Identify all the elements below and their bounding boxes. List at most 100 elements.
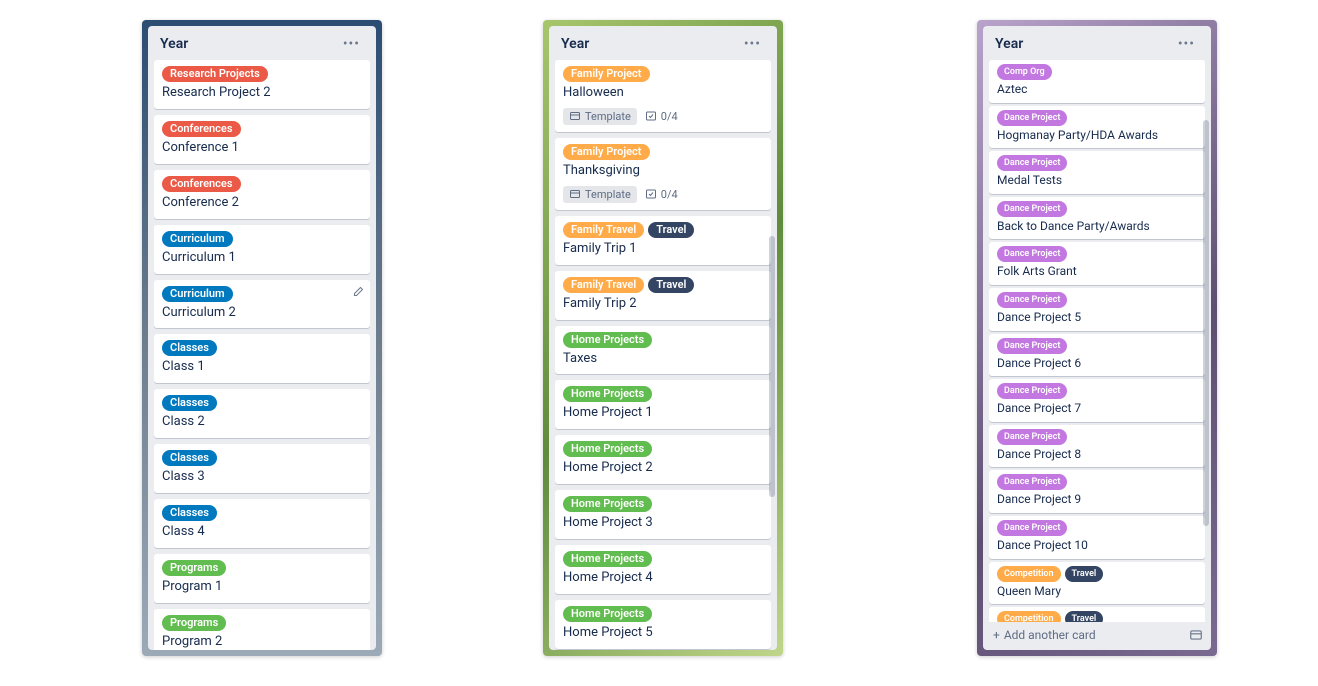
card[interactable]: Dance ProjectDance Project 5 bbox=[989, 288, 1205, 331]
checklist-icon bbox=[645, 188, 657, 200]
card-label[interactable]: Travel bbox=[1065, 566, 1104, 582]
card[interactable]: CompetitionTravelCo Indoor bbox=[989, 607, 1205, 622]
card[interactable]: Home ProjectsTaxes bbox=[555, 326, 771, 375]
card[interactable]: Dance ProjectMedal Tests bbox=[989, 151, 1205, 194]
card-title: Thanksgiving bbox=[563, 163, 763, 180]
card-label[interactable]: Family Project bbox=[563, 144, 650, 160]
card-label[interactable]: Dance Project bbox=[997, 246, 1067, 262]
card[interactable]: Family TravelTravelFamily Trip 1 bbox=[555, 216, 771, 265]
card-label[interactable]: Dance Project bbox=[997, 474, 1067, 490]
card-label[interactable]: Competition bbox=[997, 566, 1061, 582]
card[interactable]: Dance ProjectDance Project 10 bbox=[989, 516, 1205, 559]
list-menu-button[interactable]: ••• bbox=[337, 34, 366, 54]
card[interactable]: Home ProjectsHome Project 4 bbox=[555, 545, 771, 594]
card-label[interactable]: Home Projects bbox=[563, 386, 652, 402]
edit-pencil-icon[interactable] bbox=[352, 286, 364, 298]
card-label[interactable]: Family Travel bbox=[563, 277, 644, 293]
card-label[interactable]: Dance Project bbox=[997, 292, 1067, 308]
checklist-count: 0/4 bbox=[661, 110, 678, 123]
create-from-template-icon[interactable] bbox=[1189, 628, 1203, 642]
card[interactable]: Home Projects Home Project 3 bbox=[555, 490, 771, 539]
card-label[interactable]: Dance Project bbox=[997, 520, 1067, 536]
list-title[interactable]: Year bbox=[995, 36, 1023, 52]
card-label[interactable]: Travel bbox=[1065, 611, 1104, 622]
card[interactable]: Dance ProjectFolk Arts Grant bbox=[989, 242, 1205, 285]
card[interactable]: CurriculumCurriculum 1 bbox=[154, 225, 370, 274]
card[interactable]: Family ProjectHalloweenTemplate0/4 bbox=[555, 60, 771, 132]
card[interactable]: ConferencesConference 2 bbox=[154, 170, 370, 219]
card-title: Conference 1 bbox=[162, 140, 362, 157]
card-label[interactable]: Classes bbox=[162, 450, 217, 466]
card[interactable]: ClassesClass 4 bbox=[154, 499, 370, 548]
scrollbar[interactable] bbox=[1203, 62, 1209, 642]
card-label[interactable]: Curriculum bbox=[162, 231, 233, 247]
card-label[interactable]: Home Projects bbox=[563, 441, 652, 457]
card-label[interactable]: Research Projects bbox=[162, 66, 268, 82]
card-label[interactable]: Classes bbox=[162, 395, 217, 411]
card-title: Dance Project 6 bbox=[997, 356, 1197, 372]
card-label[interactable]: Dance Project bbox=[997, 338, 1067, 354]
scrollbar-thumb[interactable] bbox=[769, 236, 775, 497]
card[interactable]: Dance ProjectDance Project 8 bbox=[989, 425, 1205, 468]
card-label[interactable]: Dance Project bbox=[997, 201, 1067, 217]
card[interactable]: Home ProjectsHome Project 1 bbox=[555, 380, 771, 429]
labels-row: Competition Travel bbox=[997, 611, 1197, 622]
add-card-button[interactable]: + Add another card bbox=[993, 628, 1096, 642]
card-label[interactable]: Programs bbox=[162, 615, 226, 631]
card-title: Dance Project 9 bbox=[997, 492, 1197, 508]
card-label[interactable]: Classes bbox=[162, 505, 217, 521]
card-title: Home Project 3 bbox=[563, 515, 763, 532]
labels-row: Dance Project bbox=[997, 246, 1197, 262]
list-header: Year ••• bbox=[549, 26, 777, 60]
card[interactable]: Family ProjectThanksgivingTemplate0/4 bbox=[555, 138, 771, 210]
scrollbar-thumb[interactable] bbox=[1203, 120, 1209, 526]
card-label[interactable]: Travel bbox=[648, 222, 694, 238]
card-label[interactable]: Competition bbox=[997, 611, 1061, 622]
card-label[interactable]: Dance Project bbox=[997, 110, 1067, 126]
card-title: Research Project 2 bbox=[162, 85, 362, 102]
card[interactable]: Comp Org Aztec bbox=[989, 60, 1205, 103]
card[interactable]: CompetitionTravelQueen Mary bbox=[989, 562, 1205, 605]
card-label[interactable]: Home Projects bbox=[563, 551, 652, 567]
card-label[interactable]: Conferences bbox=[162, 121, 241, 137]
card-label[interactable]: Curriculum bbox=[162, 286, 233, 302]
card-label[interactable]: Family Travel bbox=[563, 222, 644, 238]
template-badge: Template bbox=[563, 186, 637, 203]
card[interactable]: ClassesClass 3 bbox=[154, 444, 370, 493]
list-menu-button[interactable]: ••• bbox=[738, 34, 767, 54]
card-label[interactable]: Family Project bbox=[563, 66, 650, 82]
card-label[interactable]: Dance Project bbox=[997, 155, 1067, 171]
card[interactable]: Home ProjectsHome Project 5 bbox=[555, 600, 771, 649]
card[interactable]: Home ProjectsHome Project 2 bbox=[555, 435, 771, 484]
list-menu-button[interactable]: ••• bbox=[1172, 34, 1201, 54]
card[interactable]: ClassesClass 2 bbox=[154, 389, 370, 438]
list-title[interactable]: Year bbox=[561, 36, 589, 52]
cards-container: Family ProjectHalloweenTemplate0/4Family… bbox=[549, 60, 777, 650]
card[interactable]: ProgramsProgram 1 bbox=[154, 554, 370, 603]
plus-icon: + bbox=[993, 628, 1000, 642]
card[interactable]: Research Projects Research Project 2 bbox=[154, 60, 370, 109]
card-label[interactable]: Home Projects bbox=[563, 606, 652, 622]
card[interactable]: Dance ProjectDance Project 7 bbox=[989, 379, 1205, 422]
card-label[interactable]: Comp Org bbox=[997, 64, 1052, 80]
card-label[interactable]: Classes bbox=[162, 340, 217, 356]
card-label[interactable]: Travel bbox=[648, 277, 694, 293]
card[interactable]: ClassesClass 1 bbox=[154, 334, 370, 383]
card[interactable]: Dance Project Dance Project 9 bbox=[989, 470, 1205, 513]
card-title: Aztec bbox=[997, 82, 1197, 98]
card[interactable]: Family TravelTravelFamily Trip 2 bbox=[555, 271, 771, 320]
card[interactable]: CurriculumCurriculum 2 bbox=[154, 280, 370, 329]
card[interactable]: Dance ProjectHogmanay Party/HDA Awards bbox=[989, 106, 1205, 149]
card[interactable]: Conferences Conference 1 bbox=[154, 115, 370, 164]
card-label[interactable]: Conferences bbox=[162, 176, 241, 192]
card-label[interactable]: Programs bbox=[162, 560, 226, 576]
card-label[interactable]: Dance Project bbox=[997, 429, 1067, 445]
list-title[interactable]: Year bbox=[160, 36, 188, 52]
card-label[interactable]: Home Projects bbox=[563, 332, 652, 348]
card[interactable]: Dance Project Dance Project 6 bbox=[989, 334, 1205, 377]
card-label[interactable]: Home Projects bbox=[563, 496, 652, 512]
scrollbar[interactable] bbox=[769, 62, 775, 642]
card[interactable]: Dance ProjectBack to Dance Party/Awards bbox=[989, 197, 1205, 240]
card-label[interactable]: Dance Project bbox=[997, 383, 1067, 399]
card[interactable]: ProgramsProgram 2 bbox=[154, 609, 370, 650]
